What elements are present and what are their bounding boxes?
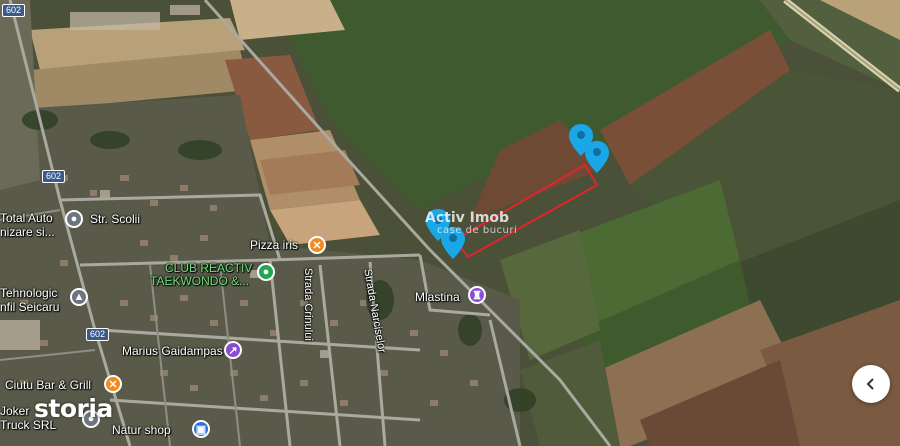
place-label: Joker xyxy=(0,404,30,418)
place-label: Natur shop xyxy=(112,423,171,437)
shop-icon[interactable]: ▣ xyxy=(192,420,210,438)
street-label: Strada Crinului xyxy=(302,268,314,341)
storia-logo: storia xyxy=(34,394,113,423)
previous-button[interactable] xyxy=(852,365,890,403)
place-label: nizare si... xyxy=(0,225,55,239)
place-label: Str. Scolii xyxy=(90,212,141,226)
place-label: Total Auto xyxy=(0,211,53,225)
place-label: Pizza iris xyxy=(250,238,299,252)
school-icon[interactable]: ● xyxy=(65,210,83,228)
road-shield: 602 xyxy=(42,170,66,183)
landmark-icon[interactable]: ♜ xyxy=(468,286,486,304)
chevron-left-icon xyxy=(866,378,874,390)
road-shield: 602 xyxy=(2,4,26,17)
place-label: Ciutu Bar & Grill xyxy=(5,378,92,392)
place-label: Mlastina xyxy=(415,290,460,304)
school-icon[interactable]: ▲ xyxy=(70,288,88,306)
watermark-brand: Activ Imob xyxy=(425,210,510,226)
restaurant-icon[interactable]: ✕ xyxy=(104,375,122,393)
place-label: Tehnologic xyxy=(0,286,58,300)
sports-icon[interactable]: ● xyxy=(257,263,275,281)
location-pin-icon[interactable] xyxy=(585,141,609,173)
place-label: nfil Seicaru xyxy=(0,300,60,314)
service-icon[interactable]: ↗ xyxy=(224,341,242,359)
place-label: Marius Gaidampas xyxy=(122,344,223,358)
place-label: TAEKWONDO &... xyxy=(150,274,250,288)
satellite-map[interactable]: 602 602 602 ● ✕ ● ▲ ♜ ↗ ✕ ● ▣ Str. Scoli… xyxy=(0,0,900,446)
road-shield: 602 xyxy=(86,328,110,341)
watermark-subtitle: case de bucuri xyxy=(437,225,518,236)
restaurant-icon[interactable]: ✕ xyxy=(308,236,326,254)
